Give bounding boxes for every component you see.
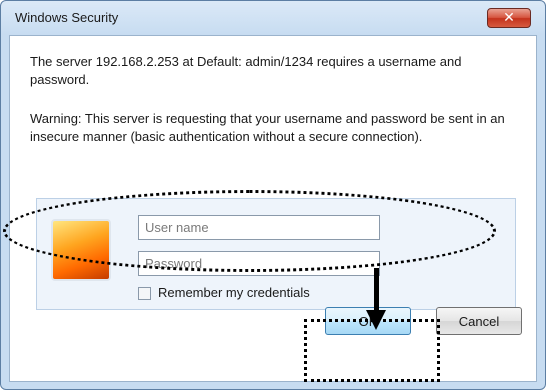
cancel-button[interactable]: Cancel (436, 307, 522, 335)
credential-tile[interactable]: Remember my credentials (36, 198, 516, 310)
user-picture-icon (51, 219, 111, 281)
close-icon: ✕ (503, 10, 515, 26)
dialog-title: Windows Security (15, 10, 119, 25)
remember-label: Remember my credentials (158, 285, 310, 300)
password-input[interactable] (138, 251, 380, 276)
windows-security-dialog: Windows Security ✕ The server 192.168.2.… (0, 0, 546, 390)
arrow-shaft (374, 268, 379, 312)
title-bar[interactable]: Windows Security ✕ (1, 1, 545, 35)
username-input[interactable] (138, 215, 380, 240)
server-message: The server 192.168.2.253 at Default: adm… (30, 54, 462, 87)
close-button[interactable]: ✕ (487, 8, 531, 28)
remember-checkbox[interactable] (138, 287, 151, 300)
down-arrow-icon (366, 310, 386, 330)
security-warning: Warning: This server is requesting that … (30, 111, 505, 144)
